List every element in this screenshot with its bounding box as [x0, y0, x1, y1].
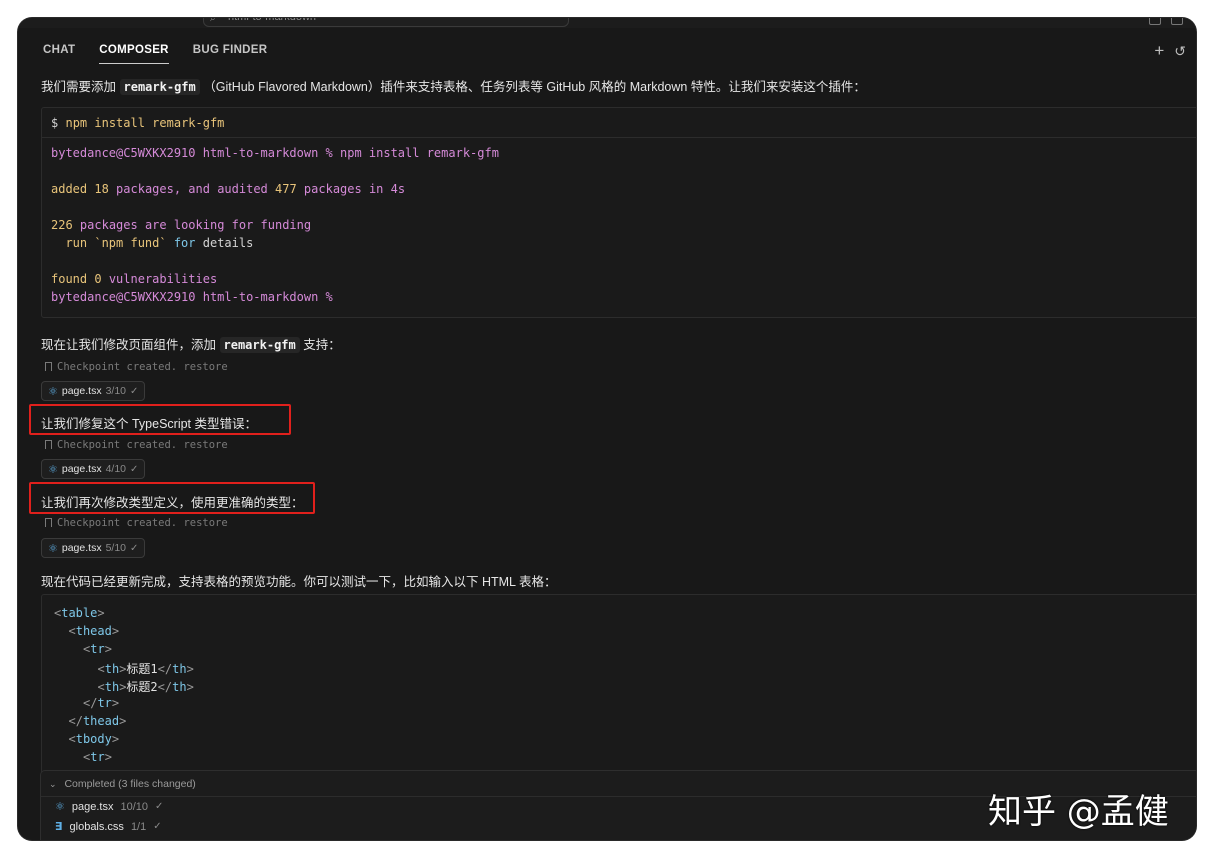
assistant-message-3: 让我们修复这个 TypeScript 类型错误：: [41, 417, 257, 431]
file-chip-page-tsx[interactable]: ⚛ page.tsx 5/10 ✓: [41, 538, 146, 558]
bookmark-icon: [45, 440, 52, 449]
code-line: <th>标题2</th>: [97, 680, 194, 694]
bookmark-icon: [45, 362, 52, 371]
checkpoint-note: Checkpoint created. restore: [45, 361, 228, 373]
terminal-line: run `npm fund` for details: [51, 236, 254, 250]
assistant-message-2: 现在让我们修改页面组件，添加 remark-gfm 支持：: [41, 337, 341, 353]
search-icon: ⌕: [210, 18, 216, 24]
history-icon[interactable]: ↺: [1174, 42, 1186, 60]
assistant-message-5: 现在代码已经更新完成，支持表格的预览功能。你可以测试一下，比如输入以下 HTML…: [41, 575, 557, 589]
layout-toggle-icon[interactable]: [1149, 18, 1161, 25]
code-line: </thead>: [68, 714, 127, 728]
check-icon: ✓: [153, 821, 162, 832]
code-line: <thead>: [68, 624, 120, 638]
code-line: <tbody>: [68, 732, 120, 746]
header-actions: + ↺: [1154, 42, 1186, 60]
file-chip-page-tsx[interactable]: ⚛ page.tsx 3/10 ✓: [41, 381, 146, 401]
completed-file-globals-css[interactable]: ∃ globals.css 1/1 ✓: [55, 820, 162, 834]
assistant-message-4: 让我们再次修改类型定义，使用更准确的类型：: [41, 496, 304, 510]
plus-icon[interactable]: +: [1154, 42, 1164, 60]
restore-link[interactable]: restore: [183, 439, 227, 451]
file-chip-page-tsx[interactable]: ⚛ page.tsx 4/10 ✓: [41, 459, 146, 479]
title-bar: [18, 18, 1196, 28]
terminal-line: bytedance@C5WXKX2910 html-to-markdown %: [51, 290, 333, 304]
chevron-down-icon: ⌄: [49, 779, 57, 789]
check-icon: ✓: [130, 542, 139, 554]
restore-link[interactable]: restore: [183, 517, 227, 529]
terminal-block: $ npm install remark-gfm bytedance@C5WXK…: [41, 107, 1196, 318]
terminal-line: found 0 vulnerabilities: [51, 272, 218, 286]
html-code-block: <table> <thead> <tr> <th>标题1</th> <th>标题2</t…: [41, 594, 1196, 794]
code-line: <tr>: [83, 642, 112, 656]
restore-link[interactable]: restore: [183, 361, 227, 373]
tab-chat[interactable]: CHAT: [43, 44, 75, 64]
terminal-command: $ npm install remark-gfm: [42, 108, 1196, 138]
react-icon: ⚛: [48, 385, 58, 398]
code-line: <th>标题1</th>: [97, 662, 194, 676]
inline-code: remark-gfm: [219, 337, 300, 353]
react-icon: ⚛: [48, 542, 58, 555]
assistant-message-1: 我们需要添加 remark-gfm （GitHub Flavored Markd…: [41, 79, 866, 95]
css-icon: ∃: [55, 821, 63, 833]
checkpoint-note: Checkpoint created. restore: [45, 439, 228, 451]
watermark: 知乎 @孟健: [988, 792, 1169, 832]
code-line: </tr>: [83, 696, 120, 710]
inline-code: remark-gfm: [119, 79, 200, 95]
panel-toggle-icon[interactable]: [1171, 18, 1183, 25]
check-icon: ✓: [155, 801, 164, 812]
completed-file-page-tsx[interactable]: ⚛ page.tsx 10/10 ✓: [55, 800, 164, 814]
check-icon: ✓: [130, 463, 139, 475]
bookmark-icon: [45, 518, 52, 527]
composer-tabs: CHAT COMPOSER BUG FINDER: [43, 44, 267, 64]
code-line: <table>: [54, 606, 105, 620]
tab-bug-finder[interactable]: BUG FINDER: [193, 44, 268, 64]
terminal-line: bytedance@C5WXKX2910 html-to-markdown % …: [51, 146, 499, 160]
search-text: html-to-markdown: [228, 18, 316, 23]
terminal-line: added 18 packages, and audited 477 packa…: [51, 182, 406, 196]
editor-window: ⌕ html-to-markdown CHAT COMPOSER BUG FIN…: [18, 18, 1196, 840]
react-icon: ⚛: [55, 801, 65, 813]
tab-composer[interactable]: COMPOSER: [99, 44, 169, 64]
react-icon: ⚛: [48, 463, 58, 476]
terminal-line: 226 packages are looking for funding: [51, 218, 312, 232]
checkpoint-note: Checkpoint created. restore: [45, 517, 228, 529]
code-line: <tr>: [83, 750, 112, 764]
command-search-input[interactable]: ⌕ html-to-markdown: [203, 18, 569, 27]
check-icon: ✓: [130, 385, 139, 397]
